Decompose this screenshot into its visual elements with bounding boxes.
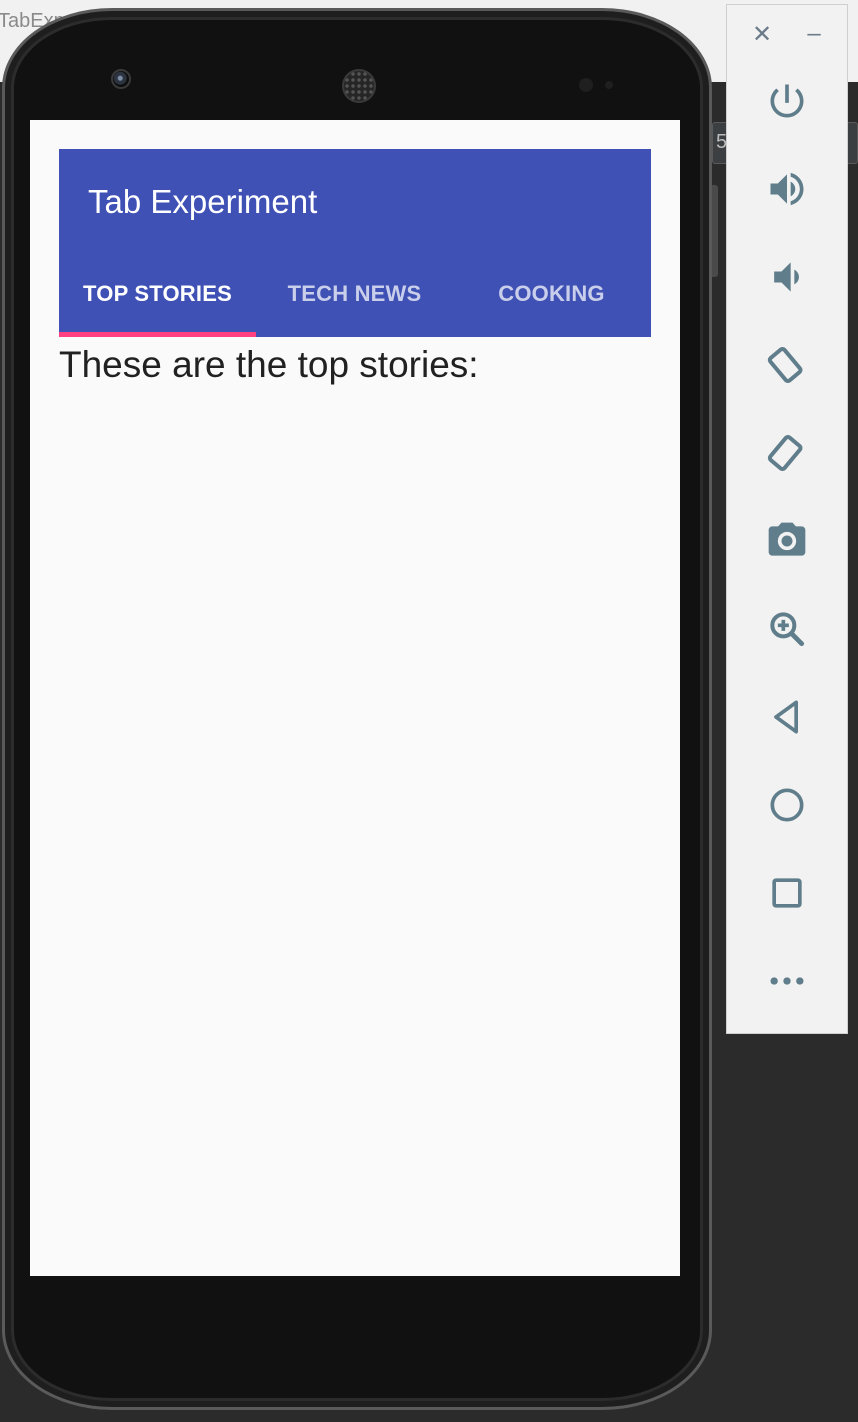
proximity-sensor <box>579 78 593 92</box>
top-stories-text: These are the top stories: <box>59 344 479 385</box>
earpiece-speaker <box>342 69 376 103</box>
tab-label: TOP STORIES <box>83 281 232 306</box>
back-icon[interactable] <box>757 687 817 747</box>
app-title: Tab Experiment <box>88 183 318 220</box>
rotate-left-icon[interactable] <box>757 335 817 395</box>
tab-label: COOKING <box>498 281 605 306</box>
home-icon[interactable] <box>757 775 817 835</box>
front-camera <box>111 69 131 89</box>
volume-down-icon[interactable] <box>757 247 817 307</box>
minimize-icon[interactable]: – <box>799 19 829 49</box>
power-icon[interactable] <box>757 71 817 131</box>
toolbar-window-controls: ✕ – <box>727 19 847 49</box>
tab-label: TECH NEWS <box>287 281 422 306</box>
close-icon[interactable]: ✕ <box>747 19 777 49</box>
more-icon[interactable] <box>757 951 817 1011</box>
tab-layout: TOP STORIES TECH NEWS COOKING <box>59 261 651 337</box>
overview-icon[interactable] <box>757 863 817 923</box>
camera-icon[interactable] <box>757 511 817 571</box>
tab-tech-news[interactable]: TECH NEWS <box>256 261 453 337</box>
tab-top-stories[interactable]: TOP STORIES <box>59 261 256 337</box>
rotate-right-icon[interactable] <box>757 423 817 483</box>
app-bar: Tab Experiment TOP STORIES TECH NEWS COO… <box>59 149 651 337</box>
tab-selected-indicator <box>59 332 256 337</box>
light-sensor <box>605 81 613 89</box>
emulator-toolbar: ✕ – <box>726 4 848 1034</box>
volume-up-icon[interactable] <box>757 159 817 219</box>
device-screen[interactable]: Tab Experiment TOP STORIES TECH NEWS COO… <box>30 120 680 1276</box>
zoom-icon[interactable] <box>757 599 817 659</box>
tab-cooking[interactable]: COOKING <box>453 261 650 337</box>
